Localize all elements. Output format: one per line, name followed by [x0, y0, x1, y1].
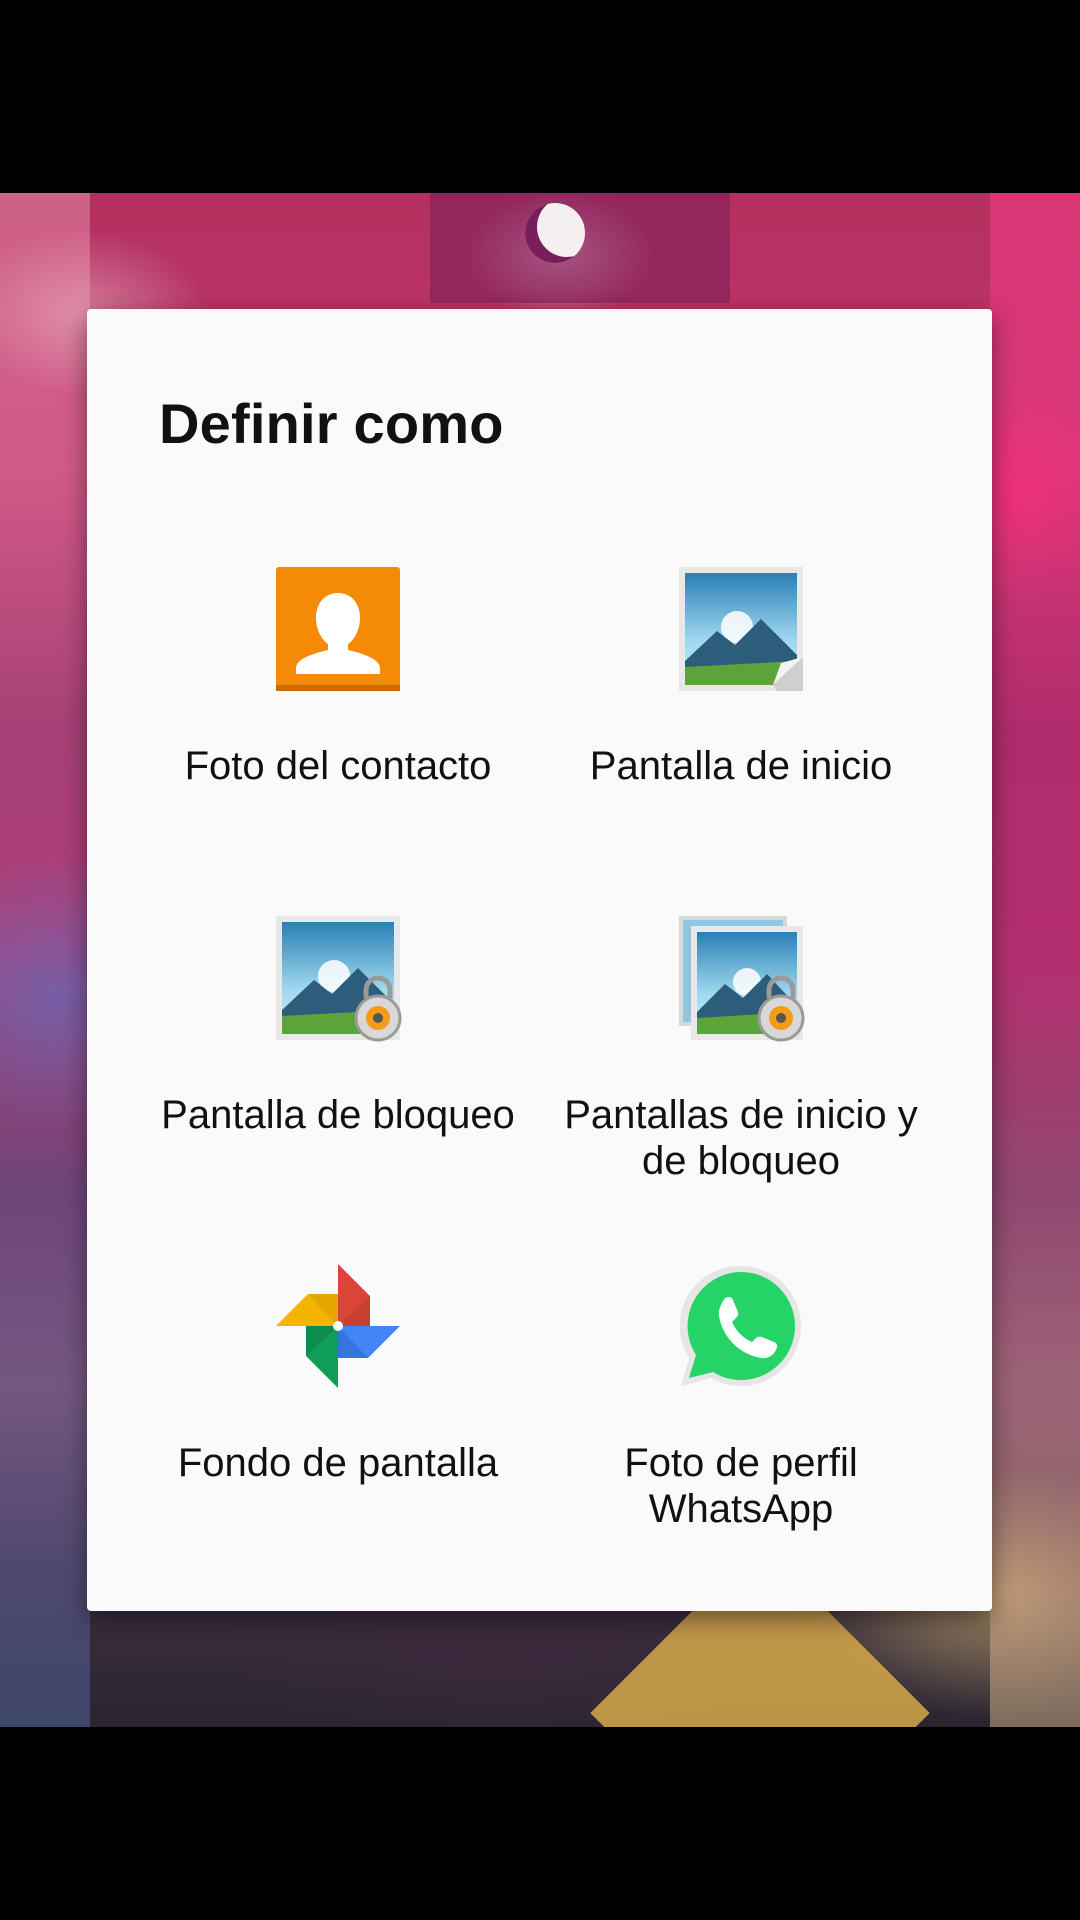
option-label: Foto del contacto	[184, 744, 492, 788]
home-screen-wallpaper-icon	[677, 565, 805, 693]
option-label: Foto de perfil WhatsApp	[624, 1441, 858, 1531]
lock-screen-wallpaper-icon	[274, 914, 402, 1042]
whatsapp-icon	[677, 1262, 805, 1390]
option-label: Fondo de pantalla	[177, 1441, 499, 1485]
home-and-lock-screen-icon	[677, 914, 805, 1042]
option-label: Pantallas de inicio y de bloqueo	[564, 1093, 918, 1183]
option-label: Pantalla de bloqueo	[161, 1093, 515, 1137]
option-label: Pantalla de inicio	[589, 744, 893, 788]
set-as-dialog: Definir como Foto del contacto Pantalla …	[87, 309, 992, 1611]
google-photos-pinwheel-icon	[274, 1262, 402, 1390]
contact-photo-icon	[274, 565, 402, 693]
dialog-title: Definir como	[159, 392, 504, 455]
